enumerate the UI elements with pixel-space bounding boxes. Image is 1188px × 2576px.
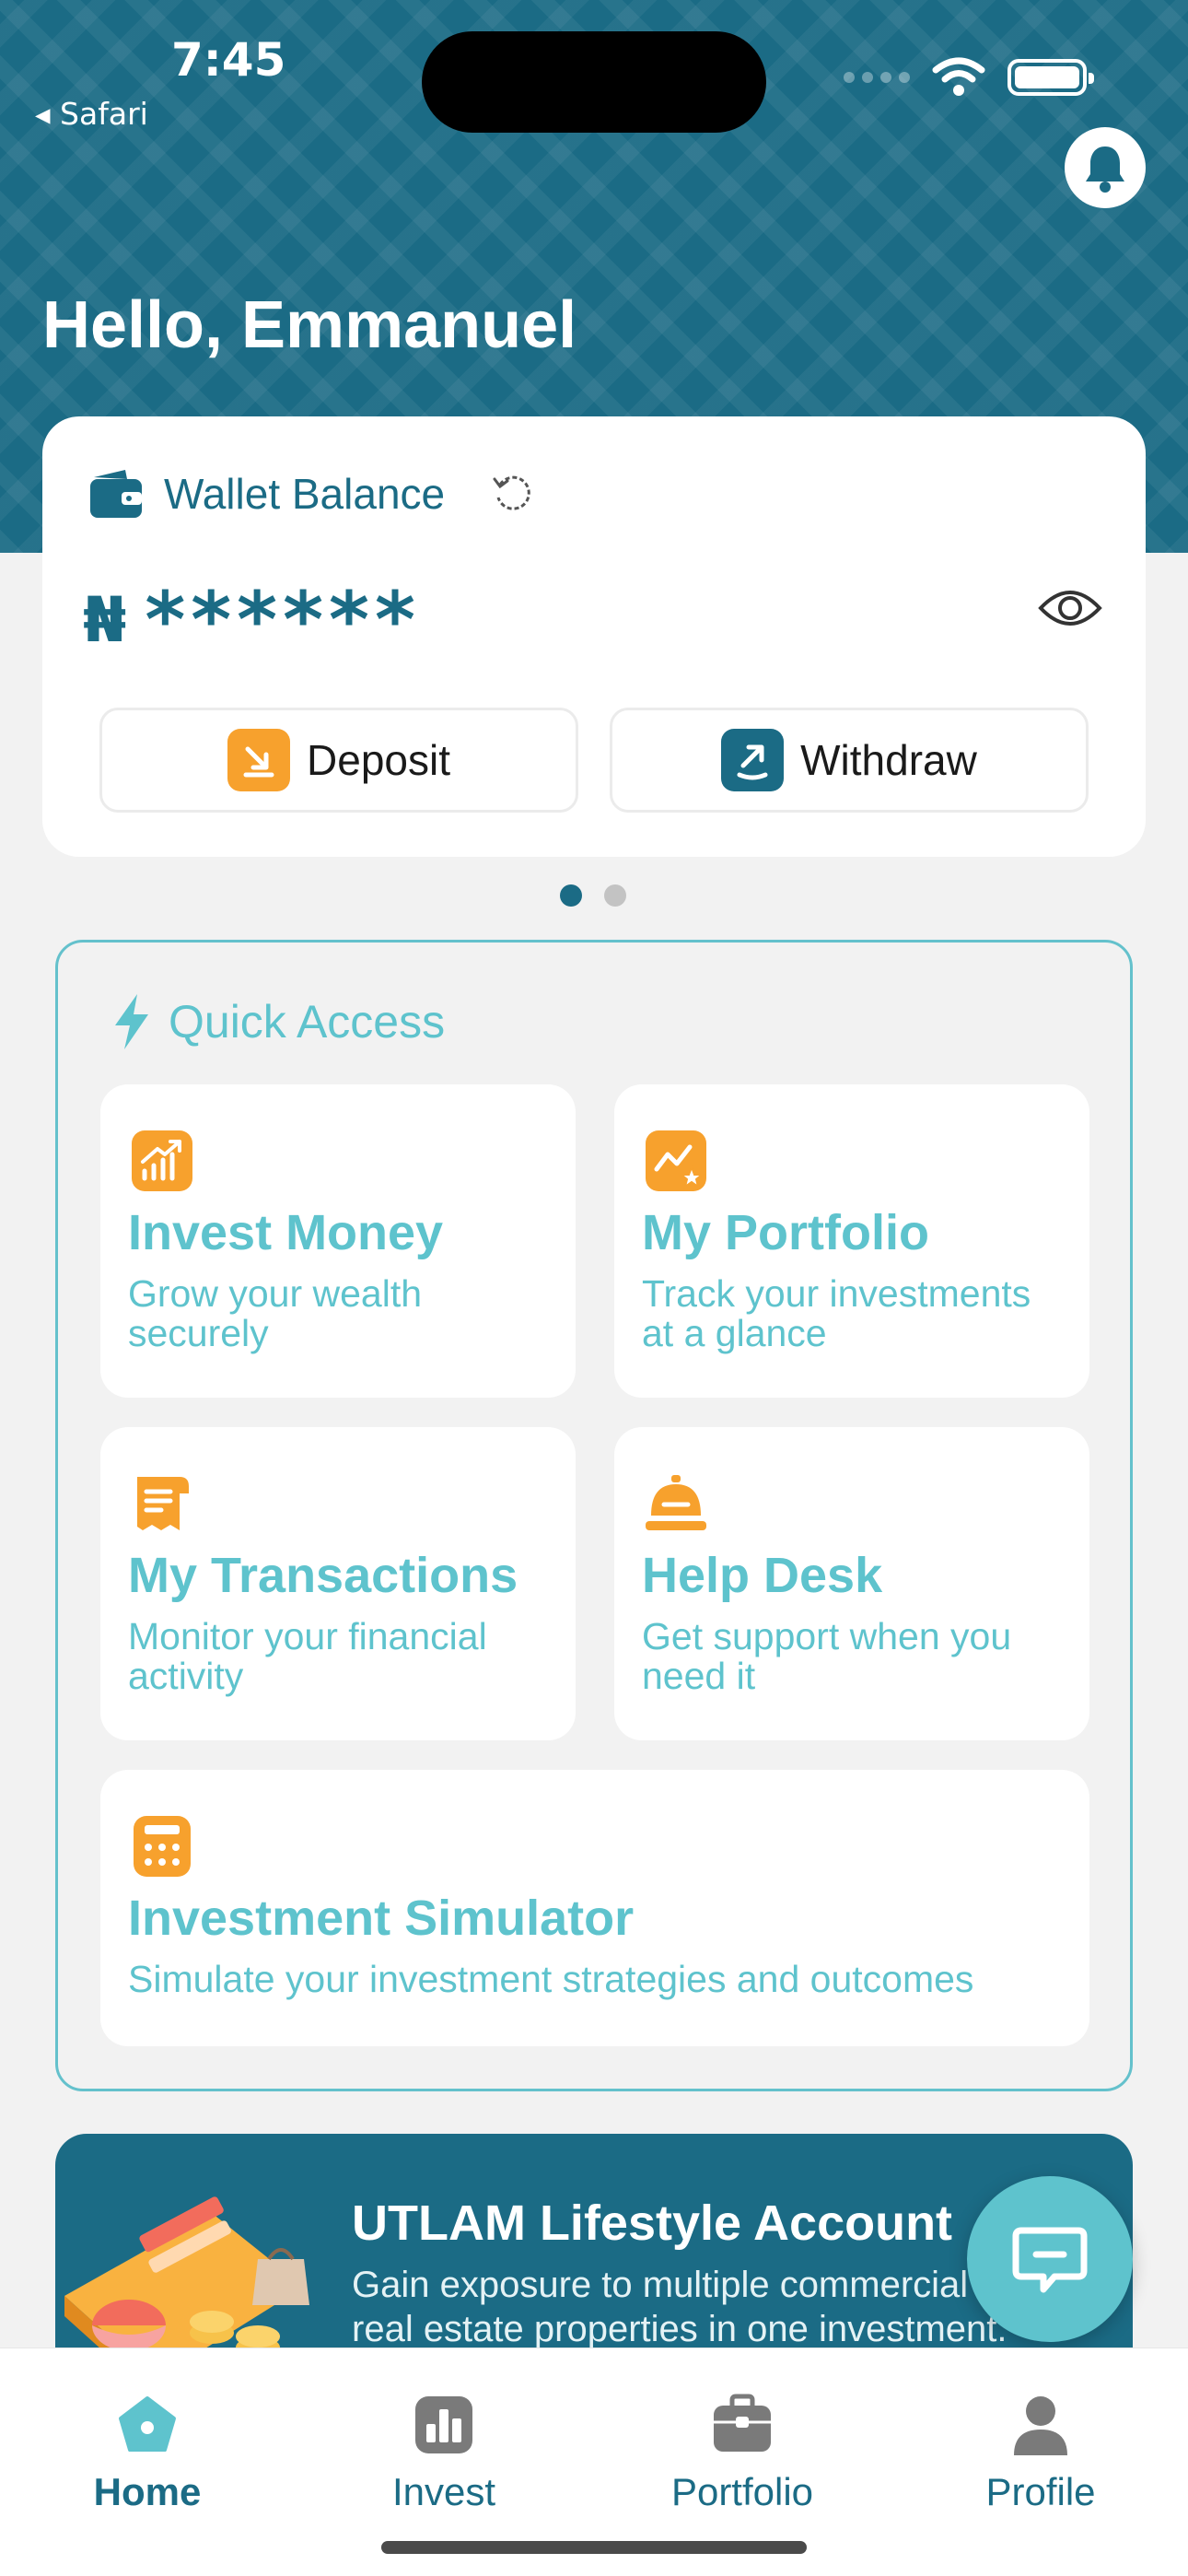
refresh-icon[interactable]: [491, 472, 535, 516]
promo-title: UTLAM Lifestyle Account: [352, 2195, 953, 2251]
card-title: My Portfolio: [642, 1205, 929, 1260]
tab-home[interactable]: Home: [37, 2393, 258, 2514]
card-description: Monitor your financial activity: [128, 1615, 487, 1697]
wallet-title: Wallet Balance: [164, 470, 446, 518]
wifi-icon: [932, 57, 985, 96]
greeting-title: Hello, Emmanuel: [42, 288, 577, 362]
card-description: Simulate your investment strategies and …: [128, 1958, 974, 2000]
my-transactions-card[interactable]: My Transactions Monitor your financial a…: [100, 1427, 576, 1740]
my-portfolio-card[interactable]: My Portfolio Track your investments at a…: [614, 1084, 1089, 1398]
investment-simulator-card[interactable]: Investment Simulator Simulate your inves…: [100, 1770, 1089, 2046]
chat-support-button[interactable]: [967, 2176, 1133, 2342]
status-indicators: [844, 57, 1094, 98]
tab-label: Portfolio: [670, 2470, 814, 2513]
quick-access-section: Quick Access Invest Money Grow your weal…: [55, 940, 1133, 2091]
chat-icon: [1012, 2227, 1088, 2293]
pager-dot-2[interactable]: [604, 884, 626, 907]
help-desk-bell-icon: [646, 1475, 706, 1530]
pager-dot-1[interactable]: [560, 884, 582, 907]
balance-display: ₦ ******: [83, 575, 421, 665]
tab-portfolio[interactable]: Portfolio: [632, 2393, 853, 2514]
balance-value: ******: [145, 575, 421, 665]
card-description: Grow your wealth securely: [128, 1272, 423, 1354]
card-title: Invest Money: [128, 1205, 444, 1260]
help-desk-card[interactable]: Help Desk Get support when you need it: [614, 1427, 1089, 1740]
profile-icon: [1014, 2396, 1067, 2455]
portfolio-icon: [646, 1130, 706, 1191]
back-to-safari-link[interactable]: ◂ Safari: [35, 96, 148, 132]
notification-bell-button[interactable]: [1065, 127, 1146, 208]
eye-icon[interactable]: [1037, 580, 1103, 636]
lightning-icon: [115, 994, 148, 1049]
deposit-label: Deposit: [307, 736, 450, 784]
cellular-signal-icon: [844, 72, 910, 83]
withdraw-button[interactable]: Withdraw: [610, 708, 1089, 813]
status-time: 7:45: [171, 33, 286, 87]
calculator-icon: [134, 1816, 191, 1877]
tab-label: Invest: [391, 2470, 496, 2513]
quick-access-header: Quick Access: [110, 992, 445, 1051]
card-title: Help Desk: [642, 1548, 883, 1603]
deposit-icon: [227, 729, 291, 791]
tab-invest[interactable]: Invest: [333, 2393, 554, 2514]
dynamic-island: [422, 31, 766, 133]
quick-access-title: Quick Access: [169, 996, 446, 1048]
carousel-pager[interactable]: [560, 884, 626, 907]
card-description: Track your investments at a glance: [642, 1272, 1031, 1354]
bell-icon: [1086, 146, 1124, 193]
tab-label: Home: [93, 2470, 202, 2513]
card-description: Get support when you need it: [642, 1615, 1012, 1697]
home-icon: [119, 2396, 176, 2452]
withdraw-label: Withdraw: [800, 736, 977, 784]
currency-symbol: ₦: [83, 583, 127, 657]
wallet-header: Wallet Balance: [88, 468, 535, 520]
deposit-button[interactable]: Deposit: [99, 708, 578, 813]
wallet-icon: [90, 470, 142, 518]
invest-money-card[interactable]: Invest Money Grow your wealth securely: [100, 1084, 576, 1398]
wallet-card: Wallet Balance ₦ ****** Deposit Withdraw: [42, 416, 1146, 857]
briefcase-icon: [714, 2394, 771, 2452]
receipt-icon: [137, 1477, 189, 1530]
promo-description: Gain exposure to multiple commercial rea…: [352, 2265, 1007, 2349]
invest-icon: [415, 2396, 472, 2453]
card-title: Investment Simulator: [128, 1891, 635, 1946]
tab-profile[interactable]: Profile: [930, 2393, 1151, 2514]
battery-icon: [1007, 59, 1094, 96]
home-indicator: [381, 2541, 807, 2554]
withdraw-icon: [721, 729, 785, 791]
invest-chart-icon: [132, 1130, 192, 1191]
card-title: My Transactions: [128, 1548, 518, 1603]
tab-label: Profile: [985, 2470, 1096, 2513]
